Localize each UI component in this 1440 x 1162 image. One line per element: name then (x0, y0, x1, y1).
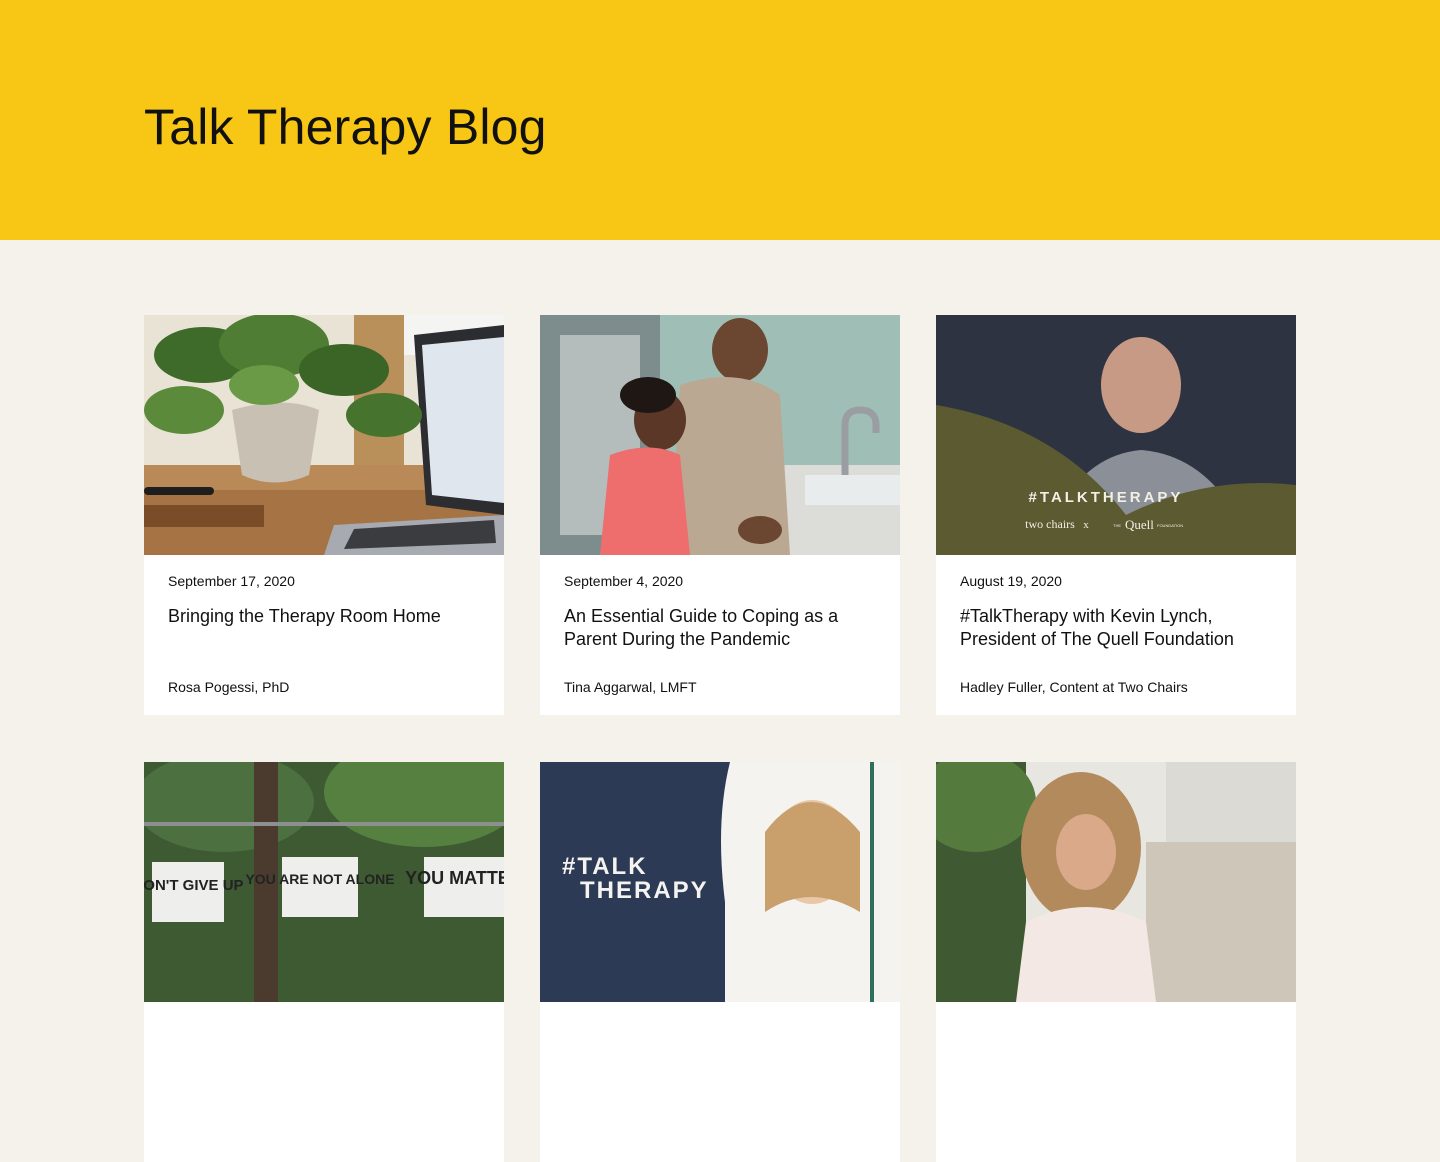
page-title: Talk Therapy Blog (144, 99, 547, 155)
woman-on-couch-photo[interactable] (936, 762, 1296, 1002)
parent-and-child-washing-hands-photo[interactable] (540, 315, 900, 555)
post-title[interactable]: An Essential Guide to Coping as a Parent… (564, 605, 876, 651)
sign-text: DON'T GIVE UP (144, 877, 244, 894)
post-card-body: September 17, 2020 Bringing the Therapy … (144, 555, 504, 715)
post-card[interactable]: DON'T GIVE UP YOU ARE NOT ALONE YOU MATT… (144, 762, 504, 1162)
banner-line1: #TALK (562, 853, 648, 880)
svg-text:Quell: Quell (1125, 517, 1154, 532)
banner-headline: #TALKTHERAPY (1029, 489, 1184, 506)
post-card[interactable]: September 17, 2020 Bringing the Therapy … (144, 315, 504, 715)
post-card-body: September 4, 2020 An Essential Guide to … (540, 555, 900, 715)
talktherapy-woman-banner[interactable]: #TALK THERAPY (540, 762, 900, 1002)
post-title[interactable]: #TalkTherapy with Kevin Lynch, President… (960, 605, 1272, 651)
svg-text:FOUNDATION: FOUNDATION (1157, 523, 1183, 528)
post-card-body: August 19, 2020 #TalkTherapy with Kevin … (936, 555, 1296, 715)
post-title[interactable]: Bringing the Therapy Room Home (168, 605, 480, 628)
svg-text:THE: THE (1113, 523, 1121, 528)
talktherapy-portrait-banner[interactable]: #TALKTHERAPY two chairs x THE Quell FOUN… (936, 315, 1296, 555)
post-card[interactable]: #TALKTHERAPY two chairs x THE Quell FOUN… (936, 315, 1296, 715)
post-date: September 4, 2020 (564, 573, 684, 589)
banner-brand: two chairs (1025, 517, 1075, 531)
post-author: Tina Aggarwal, LMFT (564, 679, 697, 695)
post-author: Hadley Fuller, Content at Two Chairs (960, 679, 1188, 695)
post-date: September 17, 2020 (168, 573, 295, 589)
fence-signs-photo[interactable]: DON'T GIVE UP YOU ARE NOT ALONE YOU MATT… (144, 762, 504, 1002)
sign-text: YOU ARE NOT ALONE (245, 871, 394, 887)
post-author: Rosa Pogessi, PhD (168, 679, 290, 695)
page-header: Talk Therapy Blog (0, 0, 1440, 240)
svg-text:x: x (1083, 519, 1089, 531)
post-grid: September 17, 2020 Bringing the Therapy … (144, 315, 1296, 1162)
post-card[interactable] (936, 762, 1296, 1162)
post-card[interactable]: #TALK THERAPY (540, 762, 900, 1162)
sign-text: YOU MATTER (405, 868, 504, 888)
plant-and-laptop-photo[interactable] (144, 315, 504, 555)
post-date: August 19, 2020 (960, 573, 1062, 589)
post-card[interactable]: September 4, 2020 An Essential Guide to … (540, 315, 900, 715)
